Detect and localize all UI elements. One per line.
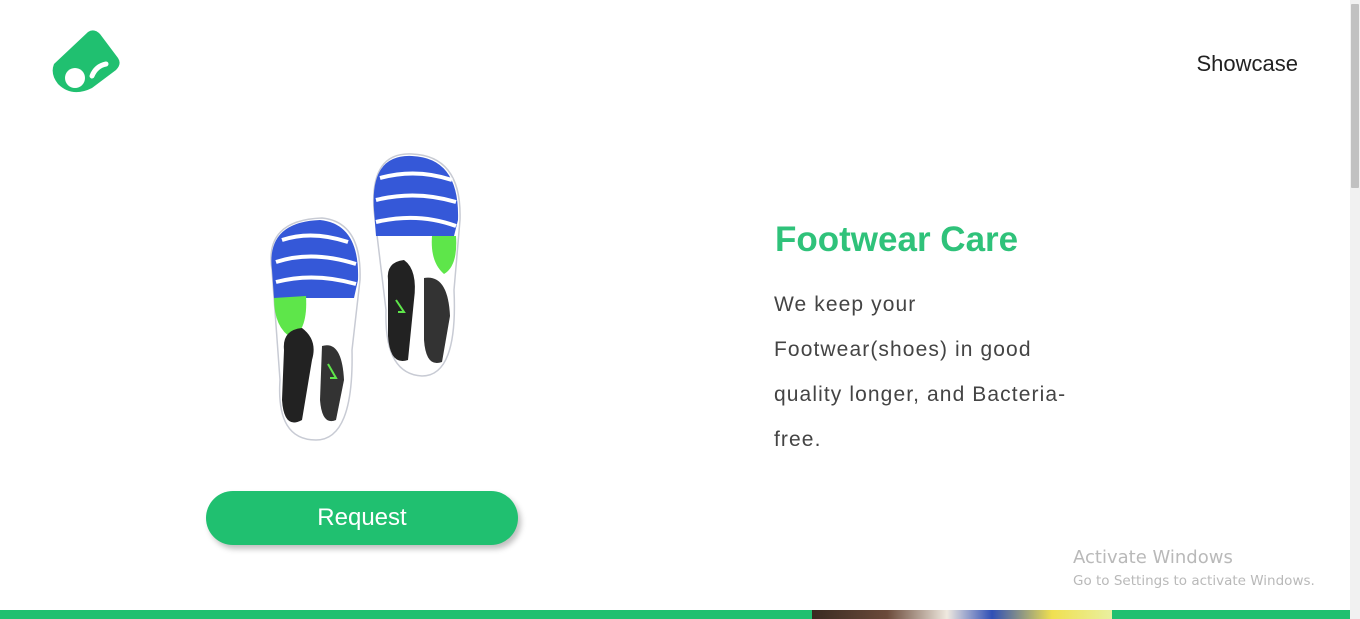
page-scrollbar[interactable] — [1350, 0, 1360, 619]
request-button[interactable]: Request — [206, 491, 518, 545]
brand-logo-icon[interactable] — [48, 28, 122, 96]
next-section-strip — [0, 610, 1350, 619]
scrollbar-thumb[interactable] — [1351, 4, 1359, 188]
sneaker-soles-image — [270, 153, 461, 441]
hero-description: We keep your Footwear(shoes) in good qua… — [774, 293, 1067, 451]
left-sole — [270, 217, 361, 441]
watermark-subtitle: Go to Settings to activate Windows. — [1073, 573, 1315, 589]
page-title: Footwear Care — [775, 220, 1019, 259]
watermark-title: Activate Windows — [1073, 547, 1233, 568]
activate-windows-watermark: Activate Windows Go to Settings to activ… — [1073, 547, 1315, 589]
right-sole — [372, 153, 461, 377]
next-section-photo — [812, 610, 1112, 619]
nav-showcase-link[interactable]: Showcase — [1196, 51, 1298, 77]
